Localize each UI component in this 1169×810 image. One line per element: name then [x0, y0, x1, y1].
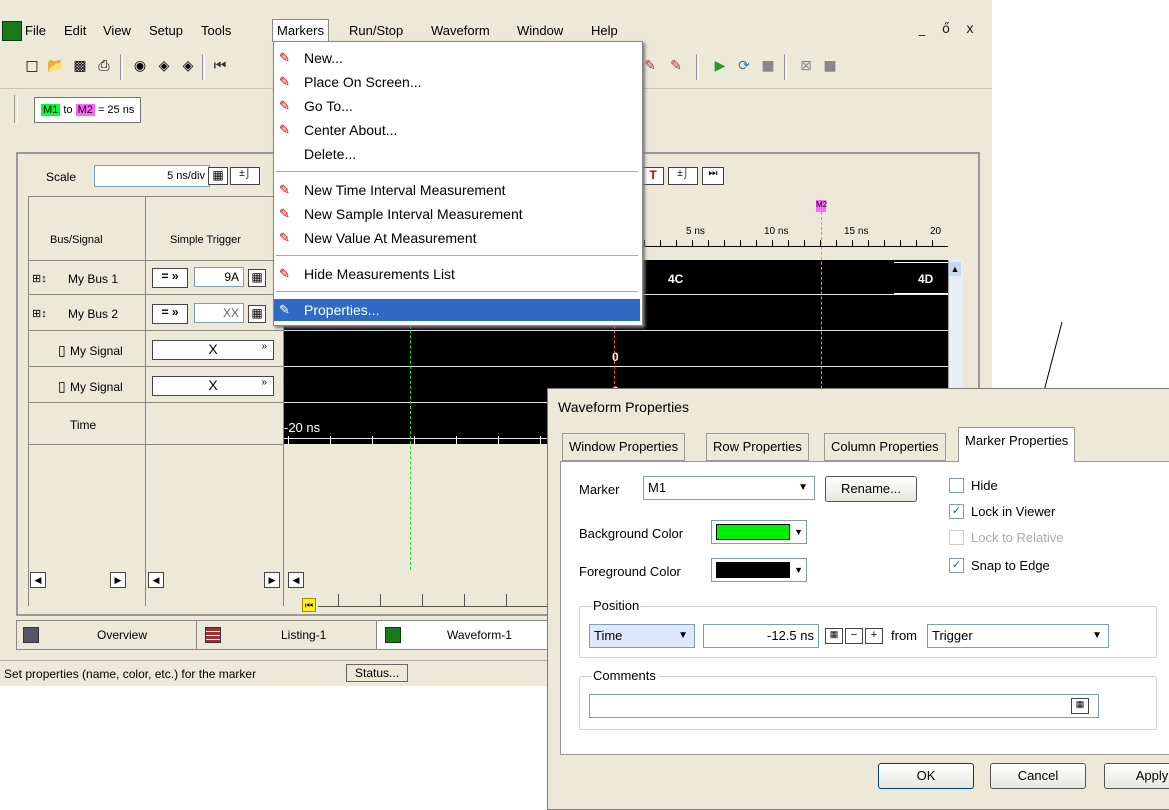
lock-to-relative-checkbox[interactable] [949, 530, 964, 545]
position-mode-select[interactable]: Time ▼ [589, 624, 695, 648]
position-value-input[interactable]: -12.5 ns [703, 624, 819, 648]
hide-label: Hide [971, 478, 998, 493]
comments-input[interactable] [589, 694, 1099, 718]
marker-select[interactable]: M1 ▼ [643, 476, 815, 500]
tab-row-properties[interactable]: Row Properties [706, 433, 809, 461]
dialog-title: Waveform Properties [558, 399, 689, 415]
position-group-title: Position [591, 598, 642, 613]
foreground-color-picker[interactable]: ▼ [711, 558, 807, 582]
tab-column-properties[interactable]: Column Properties [824, 433, 946, 461]
lock-in-viewer-label: Lock in Viewer [971, 504, 1056, 519]
background-color-picker[interactable]: ▼ [711, 520, 807, 544]
snap-to-edge-label: Snap to Edge [971, 558, 1050, 573]
increment-button[interactable]: + [865, 628, 883, 644]
tab-marker-properties[interactable]: Marker Properties [958, 427, 1076, 462]
lock-to-relative-label: Lock to Relative [971, 530, 1064, 545]
hide-checkbox[interactable] [949, 478, 964, 493]
cancel-button[interactable]: Cancel [990, 763, 1086, 789]
tab-window-properties[interactable]: Window Properties [562, 433, 686, 461]
reference-select[interactable]: Trigger ▼ [927, 624, 1109, 648]
waveform-properties-dialog: Waveform Properties Window Properties Ro… [547, 388, 1169, 810]
lock-in-viewer-checkbox[interactable]: ✓ [949, 504, 964, 519]
decrement-button[interactable]: − [845, 628, 863, 644]
from-label: from [891, 628, 917, 643]
ok-button[interactable]: OK [878, 763, 974, 789]
rename-button[interactable]: Rename... [825, 476, 917, 502]
calculator-icon[interactable]: ▦ [825, 628, 843, 644]
calculator-icon[interactable]: ▦ [1071, 698, 1089, 714]
apply-button[interactable]: Apply [1104, 763, 1169, 789]
marker-properties-panel: Marker M1 ▼ Rename... Background Color ▼ … [560, 461, 1169, 755]
background-color-label: Background Color [579, 526, 684, 541]
foreground-color-label: Foreground Color [579, 564, 681, 579]
snap-to-edge-checkbox[interactable]: ✓ [949, 558, 964, 573]
comments-group-title: Comments [591, 668, 658, 683]
marker-label: Marker [579, 482, 620, 497]
